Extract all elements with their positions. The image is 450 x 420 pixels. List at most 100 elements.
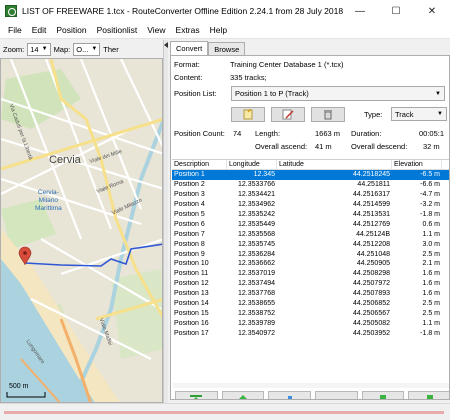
table-row[interactable]: Position 8 12.3535745 44.2512208 3.0 m: [172, 239, 449, 249]
cell-description: Position 4: [174, 201, 205, 209]
delete-list-button[interactable]: [311, 107, 345, 122]
menu-view[interactable]: View: [142, 25, 170, 35]
menu-positionlist[interactable]: Positionlist: [92, 25, 143, 35]
chevron-down-icon: ▼: [435, 90, 441, 97]
ascend-label: Overall ascend:: [255, 142, 308, 151]
table-row[interactable]: Position 14 12.3538655 44.2506852 2.5 m: [172, 299, 449, 309]
type-label: Type:: [364, 110, 383, 119]
cell-description: Position 12: [174, 280, 209, 288]
table-row[interactable]: Position 7 12.3535568 44.25124B 1.1 m: [172, 229, 449, 239]
menu-extras[interactable]: Extras: [171, 25, 205, 35]
elevation-profile-strip[interactable]: [4, 411, 444, 414]
position-list-row: Position List:: [174, 89, 230, 98]
format-row: Format: Training Center Database 1 (*.tc…: [174, 60, 344, 69]
table-row[interactable]: Position 1 12.345 44.2518245 -6.5 m: [172, 170, 449, 180]
cell-description: Position 6: [174, 220, 205, 228]
cell-description: Position 1: [174, 171, 205, 179]
zoom-label: Zoom:: [3, 44, 25, 54]
position-count-label: Position Count:: [174, 129, 225, 138]
new-list-button[interactable]: [231, 107, 265, 122]
remove-position-button[interactable]: [315, 391, 358, 399]
trash-icon: [324, 110, 332, 120]
cell-longitude: 12.3534421: [238, 191, 275, 199]
rename-list-button[interactable]: [271, 107, 305, 122]
edit-icon: [282, 109, 294, 120]
table-row[interactable]: Position 15 12.3538752 44.2506567 2.5 m: [172, 308, 449, 318]
cell-elevation: 2.5 m: [422, 250, 440, 258]
close-button[interactable]: ✕: [414, 0, 450, 22]
cell-latitude: 44.2512769: [353, 220, 390, 228]
map-select[interactable]: O... ▼: [73, 42, 101, 56]
new-document-icon: [243, 109, 253, 120]
type-select[interactable]: Track ▼: [391, 107, 447, 121]
table-row[interactable]: Position 16 12.3539789 44.2505082 1.1 m: [172, 318, 449, 328]
theme-label: Ther: [103, 44, 119, 54]
map-canvas: [1, 59, 162, 402]
position-list-select[interactable]: Position 1 to P (Track) ▼: [231, 86, 445, 101]
cell-elevation: 0.6 m: [422, 220, 440, 228]
menu-position[interactable]: Position: [51, 25, 91, 35]
cell-elevation: -6.6 m: [420, 181, 440, 189]
cell-latitude: 44.251048: [356, 250, 390, 258]
cell-longitude: 12.3536662: [238, 260, 275, 268]
table-row[interactable]: Position 6 12.3535449 44.2512769 0.6 m: [172, 219, 449, 229]
table-row[interactable]: Position 12 12.3537494 44.2507972 1.6 m: [172, 279, 449, 289]
chevron-down-icon: ▼: [91, 46, 98, 52]
cell-elevation: 2.5 m: [422, 309, 440, 317]
table-row[interactable]: Position 17 12.3540972 44.2503952 -1.8 m: [172, 328, 449, 338]
horizontal-scrollbar[interactable]: [173, 383, 449, 388]
minimize-button[interactable]: —: [342, 0, 378, 22]
tab-convert[interactable]: Convert: [170, 41, 209, 55]
column-header-latitude[interactable]: Latitude: [277, 160, 392, 169]
table-row[interactable]: Position 9 12.3536284 44.251048 2.5 m: [172, 249, 449, 259]
cell-elevation: -1.8 m: [420, 329, 440, 337]
map-value: O...: [76, 44, 89, 54]
column-header-elevation[interactable]: Elevation: [392, 160, 442, 169]
table-row[interactable]: Position 3 12.3534421 44.2516317 -4.7 m: [172, 190, 449, 200]
table-row[interactable]: Position 5 12.3535242 44.2513531 -1.8 m: [172, 210, 449, 220]
move-up-button[interactable]: [221, 391, 265, 399]
table-row[interactable]: Position 4 12.3534962 44.2514599 -3.2 m: [172, 200, 449, 210]
cell-latitude: 44.2518245: [353, 171, 390, 179]
column-header-longitude[interactable]: Longitude: [227, 160, 277, 169]
map-view[interactable]: Cervia Cervia- Milano Marittima Viale de…: [0, 58, 163, 403]
map-scale-label: 500 m: [9, 383, 29, 390]
cell-longitude: 12.3540972: [238, 329, 275, 337]
cell-latitude: 44.250905: [356, 260, 390, 268]
tab-browse[interactable]: Browse: [208, 42, 246, 55]
column-header-description[interactable]: Description: [172, 160, 227, 169]
cell-latitude: 44.2513531: [353, 211, 390, 218]
cell-description: Position 14: [174, 300, 209, 308]
type-value: Track: [395, 109, 414, 119]
menu-file[interactable]: File: [3, 25, 27, 35]
menu-help[interactable]: Help: [205, 25, 232, 35]
cell-description: Position 15: [174, 309, 209, 317]
navigation-toolbar: [171, 391, 449, 399]
table-row[interactable]: Position 13 12.3537768 44.2507893 1.6 m: [172, 289, 449, 299]
move-to-top-button[interactable]: [175, 391, 218, 399]
cell-longitude: 12.3535449: [238, 220, 275, 228]
maximize-button[interactable]: ☐: [378, 0, 414, 22]
cell-elevation: -6.5 m: [420, 171, 440, 179]
move-to-bottom-button[interactable]: [408, 391, 449, 399]
zoom-select[interactable]: 14 ▼: [27, 42, 51, 56]
positions-table[interactable]: Description Longitude Latitude Elevation…: [172, 159, 449, 382]
table-row[interactable]: Position 2 12.3533766 44.251811 -6.6 m: [172, 180, 449, 190]
move-down-button[interactable]: [361, 391, 405, 399]
cell-description: Position 11: [174, 270, 209, 278]
add-position-button[interactable]: [268, 391, 312, 399]
title-bar: LIST OF FREEWARE 1.tcx - RouteConverter …: [0, 0, 450, 22]
cell-longitude: 12.3537494: [238, 280, 275, 288]
cell-longitude: 12.3534962: [238, 201, 275, 209]
cell-latitude: 44.2507893: [353, 290, 390, 298]
table-row[interactable]: Position 11 12.3537019 44.2508298 1.6 m: [172, 269, 449, 279]
cell-elevation: -4.7 m: [420, 191, 440, 199]
cell-longitude: 12.3535242: [238, 211, 275, 218]
length-value: 1663 m: [315, 129, 341, 138]
cell-longitude: 12.3538655: [238, 300, 275, 308]
tab-bar: Convert Browse: [170, 41, 246, 55]
cell-elevation: 1.1 m: [422, 230, 440, 238]
menu-edit[interactable]: Edit: [27, 25, 52, 35]
table-row[interactable]: Position 10 12.3536662 44.250905 2.1 m: [172, 259, 449, 269]
chevron-down-icon: ▼: [41, 46, 48, 52]
